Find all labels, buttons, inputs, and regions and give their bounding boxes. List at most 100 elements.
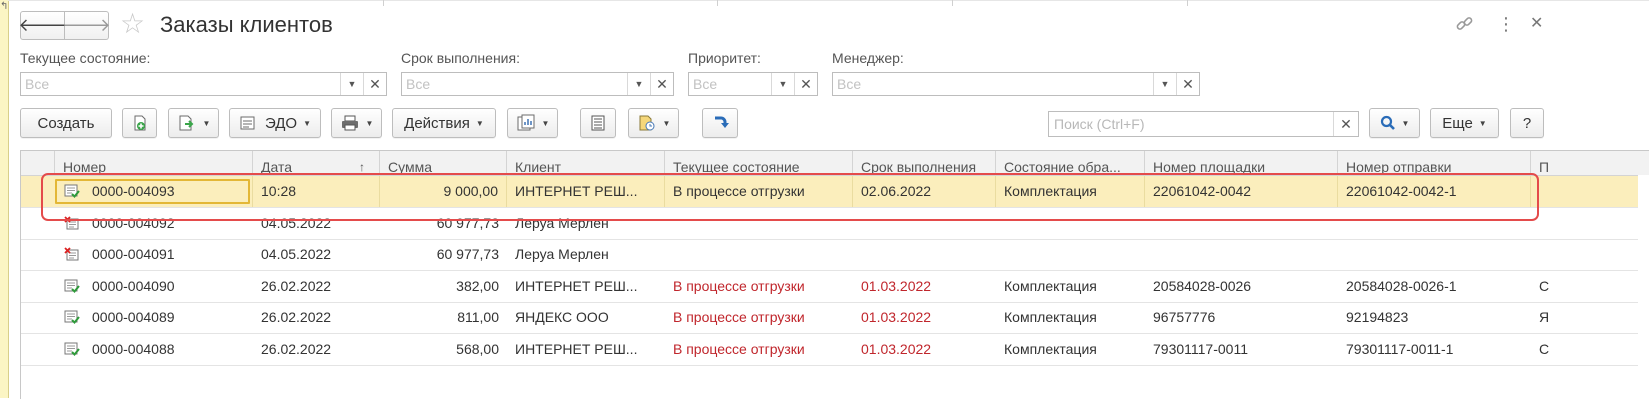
order-state[interactable] xyxy=(665,208,853,239)
filter-priority-value[interactable]: Все xyxy=(689,73,771,95)
chevron-down-icon[interactable]: ▼ xyxy=(1153,73,1176,95)
filter-state-value[interactable]: Все xyxy=(21,73,340,95)
column-header-state[interactable]: Текущее состояние xyxy=(665,151,853,175)
order-client[interactable]: ИНТЕРНЕТ РЕШ... xyxy=(507,334,665,365)
column-header-site-number[interactable]: Номер площадки xyxy=(1145,151,1338,175)
column-header-shipment-number[interactable]: Номер отправки xyxy=(1338,151,1531,175)
order-processing[interactable]: Комплектация xyxy=(996,271,1145,302)
chevron-down-icon[interactable]: ▼ xyxy=(340,73,363,95)
order-state[interactable] xyxy=(665,239,853,270)
forward-button[interactable]: 🡒 xyxy=(62,11,111,40)
print-button[interactable]: ▼ xyxy=(331,108,382,138)
list-settings-button[interactable] xyxy=(580,108,616,138)
order-client[interactable]: ИНТЕРНЕТ РЕШ... xyxy=(507,176,665,207)
order-deadline[interactable]: 01.03.2022 xyxy=(853,334,996,365)
table-row[interactable]: 0000-004090 26.02.2022 382,00 ИНТЕРНЕТ РЕШ.… xyxy=(21,271,1649,303)
table-row[interactable]: 0000-004088 26.02.2022 568,00 ИНТЕРНЕТ РЕШ.… xyxy=(21,334,1649,366)
order-processing[interactable]: Комплектация xyxy=(996,302,1145,333)
order-shipment-number[interactable]: 92194823 xyxy=(1338,302,1531,333)
filter-deadline-value[interactable]: Все xyxy=(402,73,627,95)
filter-state-field[interactable]: Все ▼ ✕ xyxy=(20,72,387,96)
more-button[interactable]: Еще ▼ xyxy=(1430,108,1499,138)
order-sum[interactable]: 382,00 xyxy=(380,271,507,302)
order-client[interactable]: Леруа Мерлен xyxy=(507,239,665,270)
order-deadline[interactable]: 01.03.2022 xyxy=(853,302,996,333)
order-client[interactable]: Леруа Мерлен xyxy=(507,208,665,239)
order-date[interactable]: 04.05.2022 xyxy=(253,208,380,239)
filter-manager-field[interactable]: Все ▼ ✕ xyxy=(832,72,1200,96)
order-site-number[interactable]: 96757776 xyxy=(1145,302,1338,333)
clear-icon[interactable]: ✕ xyxy=(1176,73,1199,95)
order-number[interactable]: 0000-004089 xyxy=(55,302,253,333)
filter-deadline-field[interactable]: Все ▼ ✕ xyxy=(401,72,674,96)
order-extra[interactable]: Я xyxy=(1531,302,1649,333)
order-extra[interactable]: С xyxy=(1531,334,1649,365)
order-extra[interactable] xyxy=(1531,239,1649,270)
order-processing[interactable]: Комплектация xyxy=(996,176,1145,207)
order-processing[interactable] xyxy=(996,239,1145,270)
order-number[interactable]: 0000-004093 xyxy=(55,176,253,207)
table-row[interactable]: 0000-004093 10:28 9 000,00 ИНТЕРНЕТ РЕШ... В… xyxy=(21,176,1649,208)
table-row[interactable]: 0000-004089 26.02.2022 811,00 ЯНДЕКС ООО В п… xyxy=(21,302,1649,334)
close-icon[interactable]: ✕ xyxy=(1530,14,1543,34)
clear-icon[interactable]: ✕ xyxy=(363,73,386,95)
order-extra[interactable] xyxy=(1531,176,1649,207)
clear-icon[interactable]: ✕ xyxy=(650,73,673,95)
table-row[interactable]: 0000-004091 04.05.2022 60 977,73 Леруа Мерл… xyxy=(21,239,1649,271)
reports-button[interactable]: ▼ xyxy=(507,108,558,138)
copy-document-button[interactable] xyxy=(122,108,157,138)
column-header-number[interactable]: Номер xyxy=(55,151,253,175)
order-state[interactable]: В процессе отгрузки xyxy=(665,302,853,333)
back-button[interactable]: 🡐 xyxy=(18,11,67,40)
help-button[interactable]: ? xyxy=(1510,108,1544,138)
order-site-number[interactable] xyxy=(1145,208,1338,239)
order-date[interactable]: 26.02.2022 xyxy=(253,334,380,365)
order-state[interactable]: В процессе отгрузки xyxy=(665,176,853,207)
search-placeholder[interactable]: Поиск (Ctrl+F) xyxy=(1049,112,1333,136)
order-processing[interactable]: Комплектация xyxy=(996,334,1145,365)
order-sum[interactable]: 811,00 xyxy=(380,302,507,333)
order-state[interactable]: В процессе отгрузки xyxy=(665,271,853,302)
search-button[interactable]: ▼ xyxy=(1369,108,1420,138)
order-deadline[interactable] xyxy=(853,208,996,239)
filter-priority-field[interactable]: Все ▼ ✕ xyxy=(688,72,818,96)
create-button[interactable]: Создать xyxy=(20,108,112,138)
order-deadline[interactable] xyxy=(853,239,996,270)
order-sum[interactable]: 60 977,73 xyxy=(380,239,507,270)
order-deadline[interactable]: 01.03.2022 xyxy=(853,271,996,302)
order-site-number[interactable]: 20584028-0026 xyxy=(1145,271,1338,302)
star-icon[interactable]: ☆ xyxy=(120,9,145,39)
expand-arrow-icon[interactable]: ↰ xyxy=(0,2,8,12)
order-date[interactable]: 10:28 xyxy=(253,176,380,207)
order-number[interactable]: 0000-004092 xyxy=(55,208,253,239)
clear-icon[interactable]: ✕ xyxy=(794,73,817,95)
order-client[interactable]: ЯНДЕКС ООО xyxy=(507,302,665,333)
order-extra[interactable]: С xyxy=(1531,271,1649,302)
actions-button[interactable]: Действия ▼ xyxy=(392,108,496,138)
column-header-client[interactable]: Клиент xyxy=(507,151,665,175)
structure-button[interactable]: ▼ xyxy=(628,108,679,138)
chevron-down-icon[interactable]: ▼ xyxy=(627,73,650,95)
order-shipment-number[interactable]: 79301117-0011-1 xyxy=(1338,334,1531,365)
column-header-sum[interactable]: Сумма xyxy=(380,151,507,175)
go-to-button[interactable] xyxy=(702,108,738,138)
search-input[interactable]: Поиск (Ctrl+F) ✕ xyxy=(1048,111,1359,137)
order-client[interactable]: ИНТЕРНЕТ РЕШ... xyxy=(507,271,665,302)
order-shipment-number[interactable]: 20584028-0026-1 xyxy=(1338,271,1531,302)
create-based-on-button[interactable]: ▼ xyxy=(168,108,219,138)
column-header-processing[interactable]: Состояние обра... xyxy=(996,151,1145,175)
order-number[interactable]: 0000-004091 xyxy=(55,239,253,270)
order-site-number[interactable] xyxy=(1145,239,1338,270)
edo-button[interactable]: ЭДО ▼ xyxy=(229,108,321,138)
column-header-date[interactable]: Дата ↑ xyxy=(253,151,380,175)
order-state[interactable]: В процессе отгрузки xyxy=(665,334,853,365)
orders-table[interactable]: Номер Дата ↑ Сумма Клиент Текущее состоя… xyxy=(20,150,1649,399)
order-shipment-number[interactable] xyxy=(1338,208,1531,239)
order-sum[interactable]: 9 000,00 xyxy=(380,176,507,207)
order-site-number[interactable]: 22061042-0042 xyxy=(1145,176,1338,207)
clear-search-icon[interactable]: ✕ xyxy=(1333,112,1358,136)
order-sum[interactable]: 568,00 xyxy=(380,334,507,365)
column-header-deadline[interactable]: Срок выполнения xyxy=(853,151,996,175)
chevron-down-icon[interactable]: ▼ xyxy=(771,73,794,95)
vertical-dots-icon[interactable]: ⋮ xyxy=(1497,14,1515,34)
